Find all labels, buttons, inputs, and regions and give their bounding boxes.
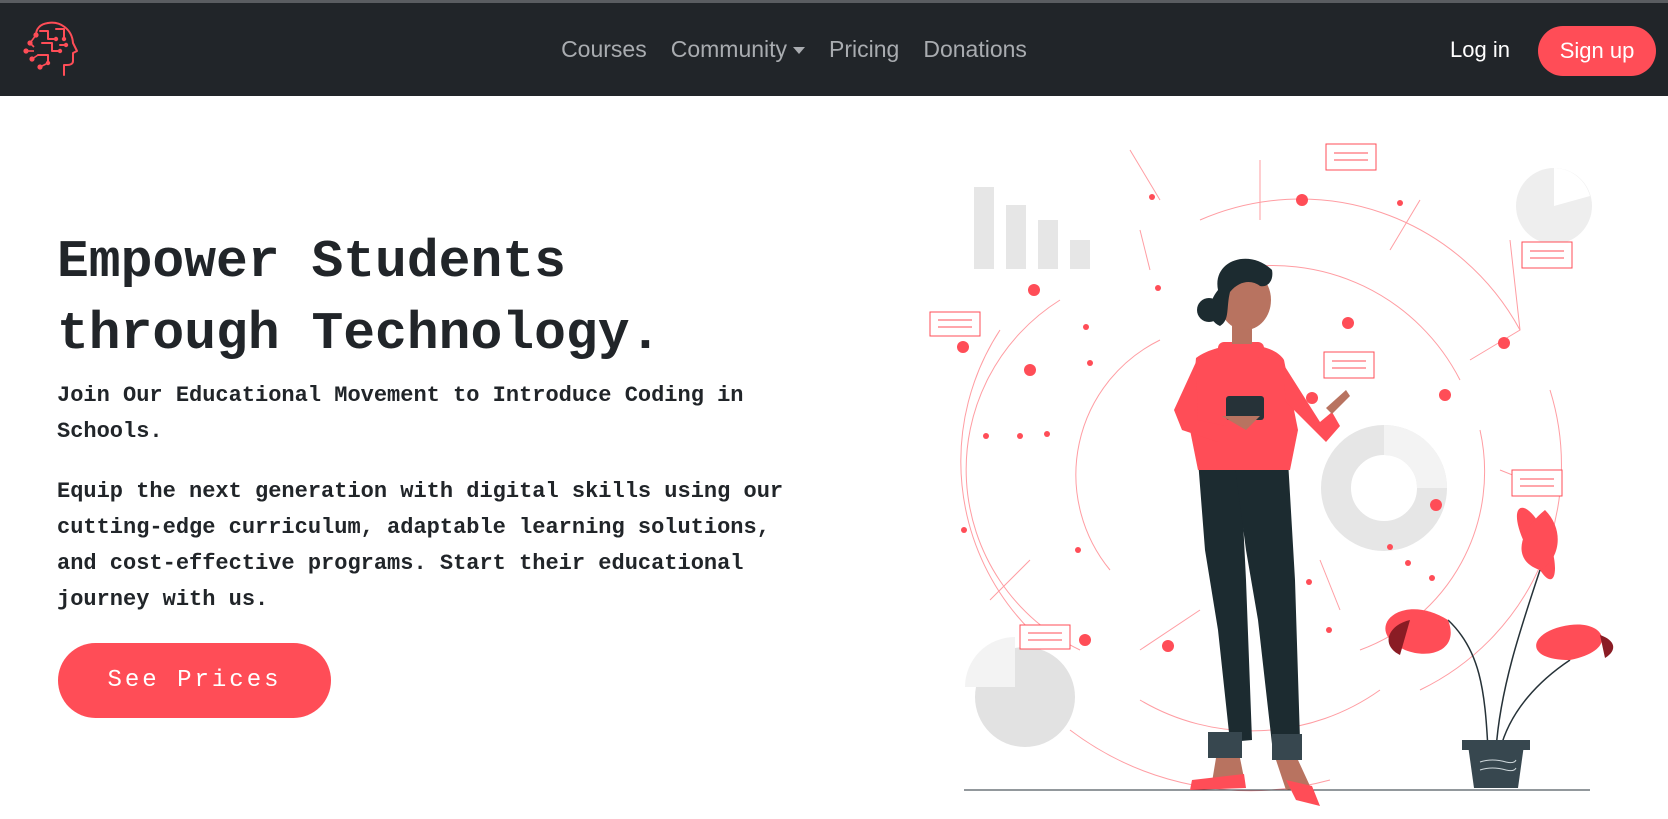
- see-prices-button[interactable]: See Prices: [58, 643, 331, 718]
- bar-chart-decoration: [974, 187, 1090, 269]
- woman-figure: [1174, 258, 1350, 806]
- hero-description: Equip the next generation with digital s…: [57, 479, 784, 612]
- pie-chart-decoration-bottom: [965, 637, 1075, 747]
- nav-link-donations[interactable]: Donations: [911, 36, 1039, 63]
- signup-button[interactable]: Sign up: [1538, 26, 1656, 76]
- login-link[interactable]: Log in: [1450, 37, 1510, 63]
- nav-link-pricing[interactable]: Pricing: [817, 36, 911, 63]
- potted-plant: [1385, 507, 1614, 788]
- see-prices-label: See Prices: [107, 667, 282, 694]
- nav-link-community-label: Community: [670, 36, 788, 62]
- nav-menu: Courses Community Pricing Donations: [0, 3, 1668, 96]
- chevron-down-icon: [793, 47, 806, 55]
- woman-with-tablet-network-illustration: [929, 143, 1614, 806]
- hero-title: Empower Students through Technology.: [57, 226, 837, 370]
- hero-title-line-2: through Technology.: [57, 304, 662, 364]
- nav-link-community[interactable]: Community: [659, 36, 817, 63]
- signup-button-label: Sign up: [1559, 38, 1635, 63]
- brain-circuit-head-logo-icon[interactable]: [20, 17, 80, 79]
- donut-chart-decoration: [1321, 425, 1447, 551]
- pie-chart-decoration-top: [1516, 168, 1592, 244]
- hero-title-line-1: Empower Students: [57, 232, 566, 292]
- navbar: Courses Community Pricing Donations Log …: [0, 3, 1668, 96]
- nav-link-courses[interactable]: Courses: [549, 36, 659, 63]
- hero-subtitle: Join Our Educational Movement to Introdu…: [57, 383, 744, 444]
